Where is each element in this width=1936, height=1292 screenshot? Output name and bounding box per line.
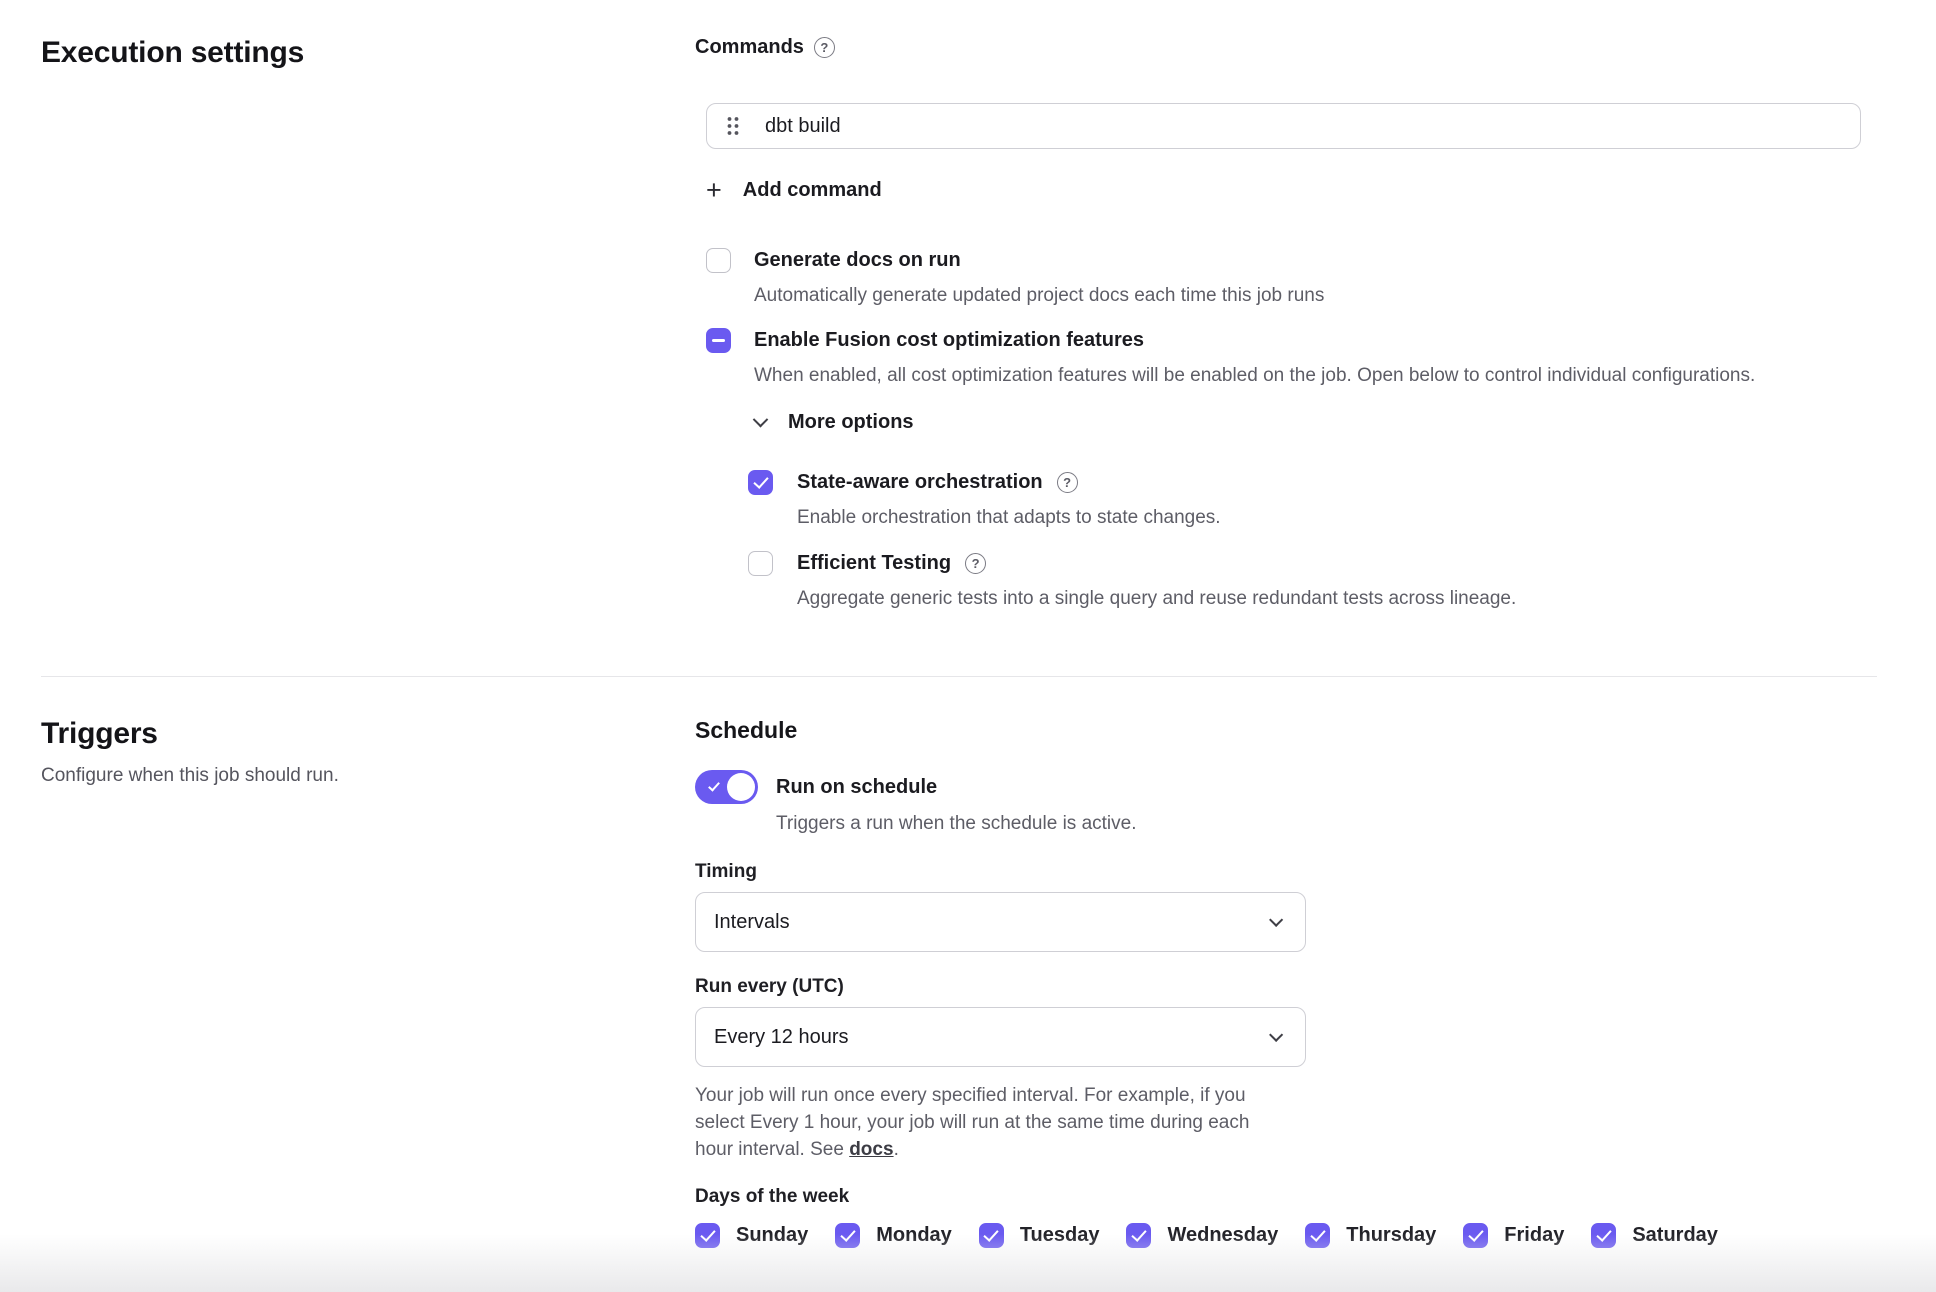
tuesday-label: Tuesday <box>1020 1224 1100 1247</box>
days-of-week-row: Sunday Monday Tuesday Wednesday Thursday <box>695 1223 1877 1248</box>
helper-line-3-suffix: . <box>894 1139 899 1160</box>
helper-line-3-prefix: hour interval. See <box>695 1139 849 1160</box>
sunday-label: Sunday <box>736 1224 808 1247</box>
thursday-checkbox[interactable] <box>1305 1223 1330 1248</box>
execution-settings-left-column: Execution settings <box>41 36 695 610</box>
timing-select[interactable]: Intervals <box>695 892 1306 952</box>
state-aware-label: State-aware orchestration <box>797 471 1043 494</box>
commands-help-icon[interactable]: ? <box>814 37 835 58</box>
helper-line-3: hour interval. See docs. <box>695 1136 1877 1163</box>
chevron-down-icon <box>753 412 769 428</box>
execution-settings-title: Execution settings <box>41 36 695 70</box>
wednesday-checkbox[interactable] <box>1126 1223 1151 1248</box>
fusion-cost-label: Enable Fusion cost optimization features <box>754 329 1144 352</box>
sunday-checkbox[interactable] <box>695 1223 720 1248</box>
days-of-week-label: Days of the week <box>695 1186 1877 1208</box>
efficient-testing-row: Efficient Testing ? <box>748 551 1877 576</box>
schedule-heading: Schedule <box>695 717 1877 744</box>
generate-docs-checkbox[interactable] <box>706 248 731 273</box>
run-every-label: Run every (UTC) <box>695 976 1877 998</box>
monday-label: Monday <box>876 1224 952 1247</box>
command-row <box>706 103 1861 149</box>
efficient-testing-description: Aggregate generic tests into a single qu… <box>748 588 1877 610</box>
efficient-testing-checkbox[interactable] <box>748 551 773 576</box>
day-item-thursday: Thursday <box>1305 1223 1436 1248</box>
execution-settings-section: Execution settings Commands ? + Add comm… <box>0 0 1936 676</box>
day-item-sunday: Sunday <box>695 1223 808 1248</box>
triggers-section: Triggers Configure when this job should … <box>0 677 1936 1248</box>
day-item-friday: Friday <box>1463 1223 1564 1248</box>
fusion-cost-row: Enable Fusion cost optimization features <box>706 328 1877 353</box>
chevron-down-icon <box>1269 913 1283 927</box>
chevron-down-icon <box>1269 1028 1283 1042</box>
command-input[interactable] <box>765 115 1840 138</box>
timing-select-value: Intervals <box>714 911 790 934</box>
docs-link[interactable]: docs <box>849 1139 893 1160</box>
state-aware-description: Enable orchestration that adapts to stat… <box>748 507 1877 529</box>
efficient-testing-help-icon[interactable]: ? <box>965 553 986 574</box>
day-item-saturday: Saturday <box>1591 1223 1718 1248</box>
fusion-cost-description: When enabled, all cost optimization feat… <box>706 365 1877 387</box>
triggers-subtitle: Configure when this job should run. <box>41 765 695 787</box>
day-item-wednesday: Wednesday <box>1126 1223 1278 1248</box>
drag-handle-icon[interactable] <box>727 116 739 136</box>
toggle-check-icon <box>708 779 720 791</box>
timing-label: Timing <box>695 861 1877 883</box>
run-on-schedule-row: Run on schedule <box>695 770 1877 804</box>
friday-checkbox[interactable] <box>1463 1223 1488 1248</box>
triggers-title: Triggers <box>41 717 695 751</box>
run-on-schedule-label: Run on schedule <box>776 776 937 799</box>
add-command-label: Add command <box>743 179 882 202</box>
wednesday-label: Wednesday <box>1167 1224 1278 1247</box>
saturday-label: Saturday <box>1632 1224 1718 1247</box>
friday-label: Friday <box>1504 1224 1564 1247</box>
plus-icon: + <box>706 177 722 204</box>
fusion-cost-checkbox[interactable] <box>706 328 731 353</box>
commands-label: Commands <box>695 36 804 59</box>
helper-line-2: select Every 1 hour, your job will run a… <box>695 1109 1877 1136</box>
thursday-label: Thursday <box>1346 1224 1436 1247</box>
job-settings-page: Execution settings Commands ? + Add comm… <box>0 0 1936 1292</box>
generate-docs-description: Automatically generate updated project d… <box>706 285 1877 307</box>
generate-docs-row: Generate docs on run <box>706 248 1877 273</box>
execution-settings-content: Commands ? + Add command Generate docs o… <box>695 36 1877 610</box>
more-options-label: More options <box>788 411 914 434</box>
run-on-schedule-description: Triggers a run when the schedule is acti… <box>695 813 1877 835</box>
tuesday-checkbox[interactable] <box>979 1223 1004 1248</box>
toggle-knob <box>727 773 755 801</box>
commands-label-row: Commands ? <box>695 36 1877 59</box>
state-aware-row: State-aware orchestration ? <box>748 470 1877 495</box>
schedule-content: Schedule Run on schedule Triggers a run … <box>695 717 1877 1248</box>
saturday-checkbox[interactable] <box>1591 1223 1616 1248</box>
generate-docs-label: Generate docs on run <box>754 249 961 272</box>
run-on-schedule-toggle[interactable] <box>695 770 758 804</box>
day-item-tuesday: Tuesday <box>979 1223 1100 1248</box>
run-every-select[interactable]: Every 12 hours <box>695 1007 1306 1067</box>
interval-helper-text: Your job will run once every specified i… <box>695 1082 1877 1163</box>
more-options-toggle[interactable]: More options <box>706 411 1877 434</box>
add-command-button[interactable]: + Add command <box>706 177 882 204</box>
triggers-left-column: Triggers Configure when this job should … <box>41 717 695 1248</box>
run-every-select-value: Every 12 hours <box>714 1026 849 1049</box>
monday-checkbox[interactable] <box>835 1223 860 1248</box>
efficient-testing-label: Efficient Testing <box>797 552 951 575</box>
state-aware-help-icon[interactable]: ? <box>1057 472 1078 493</box>
state-aware-checkbox[interactable] <box>748 470 773 495</box>
day-item-monday: Monday <box>835 1223 952 1248</box>
fusion-sub-options: State-aware orchestration ? Enable orche… <box>706 470 1877 610</box>
helper-line-1: Your job will run once every specified i… <box>695 1082 1877 1109</box>
